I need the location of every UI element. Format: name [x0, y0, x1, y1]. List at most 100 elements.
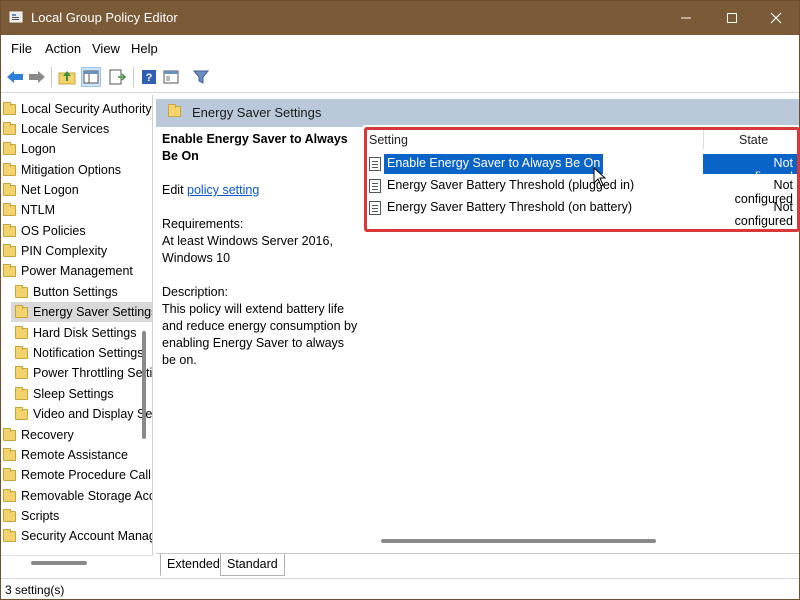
export-list-icon — [109, 69, 126, 85]
tree-vertical-scroll-thumb[interactable] — [142, 331, 146, 439]
folder-icon — [3, 141, 16, 155]
description-panel: Enable Energy Saver to Always Be On Edit… — [162, 131, 358, 543]
folder-icon — [3, 488, 16, 502]
tree-item[interactable]: Video and Display Settings — [15, 404, 152, 424]
folder-icon — [15, 365, 28, 379]
folder-icon — [15, 406, 28, 420]
folder-icon — [15, 345, 28, 359]
table-row-enable-energy-saver[interactable]: Enable Energy Saver to Always Be On Not … — [363, 153, 799, 184]
tree-item[interactable]: Net Logon — [3, 180, 79, 200]
maximize-icon — [727, 13, 737, 23]
tree-item[interactable]: Notification Settings — [15, 343, 143, 363]
details-header-title: Energy Saver Settings — [192, 105, 322, 120]
help-icon: ? — [142, 70, 156, 84]
edit-policy-line: Edit policy setting — [162, 183, 260, 197]
folder-icon — [3, 223, 16, 237]
table-row[interactable]: Energy Saver Battery Threshold (on batte… — [363, 197, 799, 228]
up-folder-icon — [58, 71, 76, 85]
window-title: Local Group Policy Editor — [31, 10, 178, 25]
toolbar-separator — [133, 67, 134, 87]
tree-item[interactable]: Local Security Authority — [3, 99, 152, 119]
maximize-button[interactable] — [709, 1, 755, 35]
folder-icon — [168, 104, 181, 117]
menu-help[interactable]: Help — [131, 41, 158, 56]
forward-button[interactable] — [27, 67, 47, 87]
help-button[interactable]: ? — [139, 67, 159, 87]
toolbar-separator — [51, 67, 52, 87]
description-text: Description: This policy will extend batt… — [162, 285, 358, 367]
up-folder-button[interactable] — [57, 67, 77, 87]
tree-vertical-scrollbar[interactable] — [141, 95, 149, 555]
open-folder-icon — [15, 304, 28, 318]
column-header-setting[interactable]: Setting — [369, 133, 408, 147]
status-text: 3 setting(s) — [5, 583, 65, 597]
tree-item[interactable]: Scripts — [3, 506, 59, 526]
details-horizontal-scroll-thumb[interactable] — [381, 539, 656, 543]
group-policy-app-icon — [9, 11, 23, 23]
folder-icon — [15, 284, 28, 298]
minimize-button[interactable] — [663, 1, 709, 35]
tree-item[interactable]: Sleep Settings — [15, 384, 114, 404]
forward-icon — [29, 71, 45, 83]
show-hide-tree-button[interactable] — [81, 67, 101, 87]
back-icon — [7, 71, 23, 83]
policy-setting-icon — [369, 157, 381, 171]
status-bar: 3 setting(s) — [1, 578, 799, 599]
tree-item[interactable]: Power Throttling Settings — [15, 363, 152, 383]
close-icon — [770, 12, 782, 24]
folder-icon — [3, 528, 16, 542]
open-folder-icon — [3, 263, 16, 277]
export-list-button[interactable] — [107, 67, 127, 87]
folder-icon — [3, 121, 16, 135]
tree-item[interactable]: Recovery — [3, 425, 74, 445]
table-row[interactable]: Energy Saver Battery Threshold (plugged … — [363, 175, 799, 206]
tree-item[interactable]: Removable Storage Access — [3, 486, 152, 506]
folder-icon — [3, 202, 16, 216]
mouse-cursor-icon — [593, 167, 607, 187]
tree-item[interactable]: Remote Procedure Call — [3, 465, 151, 485]
setting-state: Not configured — [734, 178, 793, 206]
tree-item[interactable]: PIN Complexity — [3, 241, 107, 261]
back-button[interactable] — [5, 67, 25, 87]
tree-item-power-management[interactable]: Power Management — [3, 261, 133, 281]
tree-item[interactable]: NTLM — [3, 200, 55, 220]
tree-item[interactable]: Logon — [3, 139, 56, 159]
svg-text:?: ? — [146, 72, 153, 84]
filter-button[interactable] — [191, 67, 211, 87]
show-hide-tree-icon — [83, 70, 99, 84]
folder-icon — [3, 508, 16, 522]
tree-item[interactable]: Button Settings — [15, 282, 118, 302]
properties-icon — [163, 70, 179, 84]
filter-icon — [193, 70, 209, 84]
setting-state: Not configured — [734, 200, 793, 228]
menu-file[interactable]: File — [11, 41, 32, 56]
tree-item[interactable]: Remote Assistance — [3, 445, 128, 465]
tab-extended[interactable]: Extended — [160, 554, 227, 576]
tree-item[interactable]: Locale Services — [3, 119, 109, 139]
tree-item[interactable]: Mitigation Options — [3, 160, 121, 180]
menu-view[interactable]: View — [92, 41, 120, 56]
policy-setting-icon — [369, 201, 381, 215]
requirements: Requirements: At least Windows Server 201… — [162, 217, 333, 265]
tree-item[interactable]: OS Policies — [3, 221, 86, 241]
folder-icon — [3, 182, 16, 196]
tree-pane[interactable]: Local Security Authority Locale Services… — [1, 95, 153, 555]
edit-policy-setting-link[interactable]: policy setting — [187, 183, 259, 197]
app-window: Local Group Policy Editor File Action Vi… — [0, 0, 800, 600]
folder-icon — [3, 162, 16, 176]
settings-list[interactable]: Setting State Enable Energy Saver to Alw… — [363, 125, 799, 545]
tree-horizontal-scroll-thumb[interactable] — [31, 561, 87, 565]
details-pane: Energy Saver Settings Enable Energy Save… — [156, 95, 799, 578]
tree-item[interactable]: Hard Disk Settings — [15, 323, 137, 343]
tree-item-energy-saver-settings[interactable]: Energy Saver Settings — [11, 302, 152, 322]
tab-standard[interactable]: Standard — [220, 554, 285, 576]
column-header-state[interactable]: State — [739, 133, 768, 147]
setting-state: Not configured — [703, 154, 799, 184]
properties-button[interactable] — [161, 67, 181, 87]
title-bar[interactable]: Local Group Policy Editor — [1, 1, 799, 35]
tree-item[interactable]: Security Account Manager — [3, 526, 152, 546]
menu-action[interactable]: Action — [45, 41, 81, 56]
folder-icon — [3, 101, 16, 115]
close-button[interactable] — [753, 1, 799, 35]
column-separator[interactable] — [703, 129, 704, 149]
